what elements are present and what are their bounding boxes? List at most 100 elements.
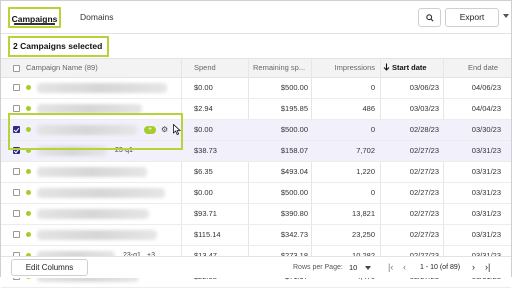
status-dot [26,211,31,216]
rows-per-page-select[interactable]: 10 [349,257,357,278]
next-page-icon[interactable]: › [472,257,475,278]
search-button[interactable] [418,8,441,27]
chevron-down-icon[interactable] [503,14,509,18]
start-date-cell: 02/27/23 [409,146,439,155]
column-header-spend[interactable]: Spend [194,59,254,77]
row-checkbox[interactable] [13,84,20,91]
remaining-spend-cell: $500.00 [280,188,308,197]
status-dot [26,190,31,195]
table-header: Campaign Name (89) Spend Remaining sp...… [1,58,511,78]
start-date-cell: 02/27/23 [409,188,439,197]
table-row[interactable]: $0.00 $500.00 0 03/06/23 04/06/23 [1,78,511,99]
table-row[interactable]: $93.71 $390.80 13,821 02/27/23 03/31/23 [1,204,511,225]
table-row[interactable]: $115.14 $342.73 23,250 02/27/23 03/31/23 [1,225,511,246]
add-badge-icon[interactable]: + [144,126,156,134]
campaign-name-redacted[interactable] [37,146,107,156]
table-row[interactable]: + ⚙ $0.00 $500.00 0 02/28/23 03/30/23 [1,120,511,141]
end-date-cell: 03/31/23 [471,188,501,197]
remaining-spend-cell: $500.00 [280,83,308,92]
spend-cell: $38.73 [194,146,217,155]
campaign-name-redacted[interactable] [37,230,157,240]
column-header-campaign-name[interactable]: Campaign Name (89) [26,59,176,77]
rows-per-page-label: Rows per Page: [293,264,343,271]
campaign-name-redacted[interactable] [37,83,167,93]
end-date-cell: 04/04/23 [471,104,501,113]
row-checkbox[interactable] [13,189,20,196]
prev-page-icon[interactable]: ‹ [403,257,406,278]
row-checkbox[interactable] [13,210,20,217]
tab-domains[interactable]: Domains [80,7,114,28]
table-row[interactable]: 23-q1 $38.73 $158.07 7,702 02/27/23 03/31/23 [1,141,511,162]
selection-count: 2 Campaigns selected [8,36,109,57]
status-dot [26,127,31,132]
column-header-remaining-spend[interactable]: Remaining sp... [253,59,309,77]
first-page-icon[interactable]: |‹ [388,257,393,278]
spend-cell: $0.00 [194,188,213,197]
export-button[interactable]: Export [445,8,499,27]
search-icon [425,13,434,22]
remaining-spend-cell: $195.85 [280,104,308,113]
spend-cell: $0.00 [194,125,213,134]
start-date-cell: 03/03/23 [409,104,439,113]
remaining-spend-cell: $158.07 [280,146,308,155]
row-checkbox[interactable] [13,105,20,112]
remaining-spend-cell: $390.80 [280,209,308,218]
start-date-label: Start date [392,63,427,72]
impressions-cell: 23,250 [352,230,375,239]
column-header-impressions[interactable]: Impressions [311,59,375,77]
table-row[interactable]: $2.94 $195.85 486 03/03/23 04/04/23 [1,99,511,120]
status-dot [26,169,31,174]
mouse-cursor-icon [173,124,181,135]
impressions-cell: 486 [362,104,375,113]
spend-cell: $2.94 [194,104,213,113]
remaining-spend-cell: $500.00 [280,125,308,134]
last-page-icon[interactable]: ›| [485,257,490,278]
campaign-name-redacted[interactable] [37,209,149,219]
campaign-name-redacted[interactable] [37,188,165,198]
impressions-cell: 0 [370,83,375,92]
end-date-cell: 03/31/23 [471,230,501,239]
start-date-cell: 02/27/23 [409,209,439,218]
impressions-cell: 1,220 [356,167,375,176]
status-dot [26,85,31,90]
top-bar: Campaigns Domains Export [1,1,511,34]
remaining-spend-cell: $493.04 [280,167,308,176]
end-date-cell: 03/31/23 [471,167,501,176]
campaign-name-redacted[interactable] [37,167,147,177]
end-date-cell: 03/31/23 [471,209,501,218]
spend-cell: $115.14 [194,230,221,239]
impressions-cell: 13,821 [352,209,375,218]
campaigns-panel: Campaigns Domains Export 2 Campaigns sel… [0,0,512,288]
campaign-name-redacted[interactable] [37,125,137,135]
active-tab-indicator [14,23,55,25]
start-date-cell: 02/28/23 [409,125,439,134]
row-checkbox[interactable] [13,126,20,133]
start-date-cell: 02/27/23 [409,167,439,176]
tab-domains-label: Domains [80,12,114,22]
remaining-spend-cell: $342.73 [280,230,308,239]
row-checkbox[interactable] [13,147,20,154]
tab-campaigns[interactable]: Campaigns [8,7,61,28]
selection-bar: 2 Campaigns selected [1,34,511,59]
status-dot [26,148,31,153]
status-dot [26,232,31,237]
table-footer: Edit Columns Rows per Page: 10 |‹ ‹ 1 - … [1,256,511,278]
end-date-cell: 03/30/23 [471,125,501,134]
column-header-end-date[interactable]: End date [468,59,510,77]
impressions-cell: 0 [370,125,375,134]
gear-icon[interactable]: ⚙ [161,125,168,134]
row-checkbox[interactable] [13,231,20,238]
column-header-start-date[interactable]: Start date [383,59,439,77]
chevron-down-icon[interactable] [365,266,371,270]
campaign-name-redacted[interactable] [37,104,142,114]
row-checkbox[interactable] [13,168,20,175]
spend-cell: $0.00 [194,83,213,92]
sort-down-arrow-icon [383,63,390,71]
edit-columns-button[interactable]: Edit Columns [11,259,88,276]
start-date-cell: 03/06/23 [409,83,439,92]
table-row[interactable]: $6.35 $493.04 1,220 02/27/23 03/31/23 [1,162,511,183]
spend-cell: $6.35 [194,167,213,176]
start-date-cell: 02/27/23 [409,230,439,239]
select-all-checkbox[interactable] [13,65,20,72]
table-row[interactable]: $0.00 $500.00 0 02/27/23 03/31/23 [1,183,511,204]
